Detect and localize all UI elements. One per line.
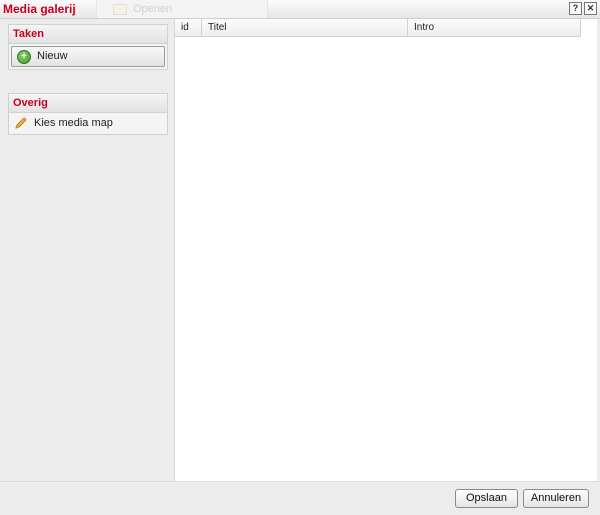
grid-header: id Titel Intro [175, 19, 581, 37]
new-button[interactable]: + Nieuw [11, 46, 165, 67]
help-button[interactable]: ? [569, 2, 582, 15]
tasks-group: Taken + Nieuw [8, 24, 168, 70]
other-group: Overig Kies media map [8, 93, 168, 135]
tasks-group-header: Taken [9, 25, 167, 44]
toolbar-open-label: Openen [133, 3, 173, 15]
folder-icon [113, 4, 127, 15]
column-header-intro[interactable]: Intro [408, 19, 581, 36]
new-button-label: Nieuw [37, 50, 68, 62]
footer: Opslaan Annuleren [0, 481, 600, 515]
media-grid: id Titel Intro [174, 19, 597, 481]
choose-media-folder-item[interactable]: Kies media map [9, 113, 167, 134]
close-button[interactable]: ✕ [584, 2, 597, 15]
other-group-header: Overig [9, 94, 167, 113]
column-header-id[interactable]: id [175, 19, 202, 36]
plus-icon: + [17, 50, 31, 64]
pencil-icon [15, 117, 27, 129]
column-header-title[interactable]: Titel [202, 19, 408, 36]
toolbar-open-button[interactable]: Openen [96, 0, 268, 18]
window-title: Media galerij [3, 2, 76, 16]
save-button[interactable]: Opslaan [455, 489, 518, 508]
choose-media-folder-label: Kies media map [34, 117, 113, 129]
title-bar: Media galerij Openen ? ✕ [0, 0, 600, 19]
cancel-button[interactable]: Annuleren [523, 489, 589, 508]
sidebar: Taken + Nieuw Overig Kies media map [0, 19, 174, 481]
